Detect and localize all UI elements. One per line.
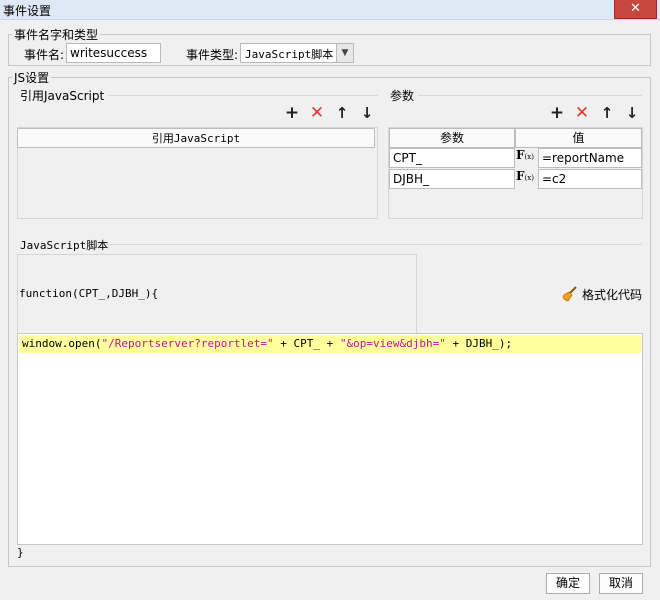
params-separator xyxy=(418,95,642,96)
chevron-down-icon[interactable]: ▼ xyxy=(336,44,353,62)
event-name-type-legend: 事件名字和类型 xyxy=(12,26,101,43)
params-add-icon[interactable]: + xyxy=(548,104,566,122)
code-line-1: window.open("/Reportserver?reportlet=" +… xyxy=(22,337,512,350)
title-bar: 事件设置 ✕ xyxy=(0,0,660,20)
formula-icon-x: (x) xyxy=(524,174,534,182)
ref-js-column-header-label: 引用JavaScript xyxy=(151,132,241,145)
code-string: "&op=view&djbh=" xyxy=(339,337,446,350)
params-move-up-icon[interactable]: ↑ xyxy=(598,104,616,122)
formula-icon-f: F xyxy=(516,169,525,183)
broom-icon xyxy=(562,286,577,302)
cancel-button[interactable]: 取消 xyxy=(599,573,643,594)
params-delete-icon[interactable]: ✕ xyxy=(573,104,591,122)
param-row-2-name[interactable]: DJBH_ xyxy=(389,169,515,189)
ref-js-move-down-icon[interactable]: ↓ xyxy=(358,104,376,122)
params-column-name: 参数 xyxy=(389,128,515,148)
ref-js-add-icon[interactable]: + xyxy=(283,104,301,122)
ok-button[interactable]: 确定 xyxy=(546,573,590,594)
script-title: JavaScript脚本 xyxy=(20,239,109,252)
format-code-label: 格式化代码 xyxy=(582,288,643,302)
ref-js-move-up-icon[interactable]: ↑ xyxy=(333,104,351,122)
close-button[interactable]: ✕ xyxy=(614,0,657,19)
param-row-1-name[interactable]: CPT_ xyxy=(389,148,515,168)
params-title: 参数 xyxy=(390,89,415,103)
params-column-value: 值 xyxy=(515,128,642,148)
code-string: "/Reportserver?reportlet=" xyxy=(101,337,274,350)
formula-icon-x: (x) xyxy=(524,153,534,161)
code-token: window.open( xyxy=(22,337,102,350)
function-closing-brace: } xyxy=(17,546,24,559)
formula-icon[interactable]: F(x) xyxy=(516,148,538,168)
param-row-1-value[interactable]: =reportName xyxy=(538,148,642,168)
script-separator xyxy=(106,244,642,245)
code-token: + DJBH_); xyxy=(445,337,513,350)
js-settings-legend: JS设置 xyxy=(12,69,52,86)
param-row-2-value[interactable]: =c2 xyxy=(538,169,642,189)
formula-icon[interactable]: F(x) xyxy=(516,169,538,189)
event-name-label: 事件名: xyxy=(24,48,65,62)
event-type-label: 事件类型: xyxy=(186,48,239,62)
ref-js-title: 引用JavaScript xyxy=(20,89,105,103)
event-name-input[interactable]: writesuccess xyxy=(66,43,161,63)
formula-icon-f: F xyxy=(516,148,525,162)
event-type-value: JavaScript脚本 xyxy=(245,48,334,61)
params-move-down-icon[interactable]: ↓ xyxy=(623,104,641,122)
ref-js-delete-icon[interactable]: ✕ xyxy=(308,104,326,122)
window-title: 事件设置 xyxy=(3,4,52,18)
ref-js-separator xyxy=(108,95,378,96)
event-type-select[interactable]: JavaScript脚本 ▼ xyxy=(240,43,354,63)
function-signature: function(CPT_,DJBH_){ xyxy=(19,287,159,300)
code-editor[interactable]: window.open("/Reportserver?reportlet=" +… xyxy=(17,333,643,545)
code-token: + CPT_ + xyxy=(273,337,340,350)
ref-js-column-header: 引用JavaScript xyxy=(17,128,375,148)
